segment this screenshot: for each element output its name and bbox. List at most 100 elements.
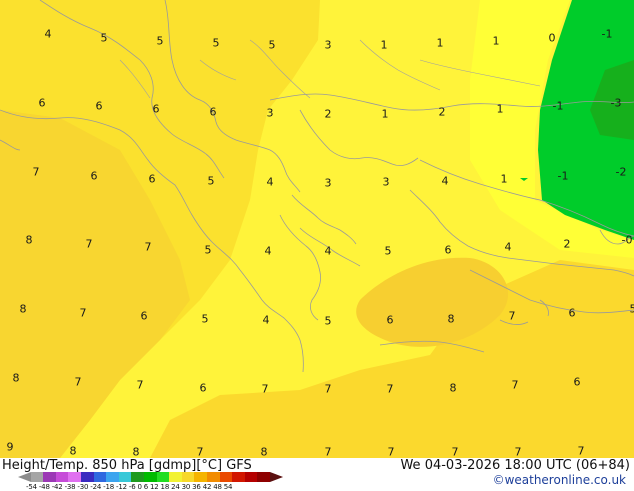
- contour-label: 5: [157, 36, 164, 47]
- colorbar-segment: [232, 472, 245, 482]
- colorbar-segment: [207, 472, 220, 482]
- temperature-field: [0, 0, 634, 458]
- contour-label: 5: [630, 304, 634, 315]
- contour-label: 7: [452, 447, 459, 458]
- contour-label: 8: [13, 373, 20, 384]
- colorbar-segment: [68, 472, 81, 482]
- contour-label: 8: [261, 447, 268, 458]
- contour-label: 2: [564, 239, 571, 250]
- forecast-datetime: We 04-03-2026 18:00 UTC (06+84): [400, 458, 630, 473]
- map-footer: Height/Temp. 850 hPa [gdmp][°C] GFS We 0…: [0, 458, 634, 490]
- contour-label: 1: [497, 104, 504, 115]
- contour-label: 7: [512, 380, 519, 391]
- colorbar-segment: [119, 472, 132, 482]
- contour-label: 5: [269, 40, 276, 51]
- contour-label: 3: [383, 177, 390, 188]
- contour-label: 2: [325, 109, 332, 120]
- contour-label: 7: [509, 311, 516, 322]
- contour-label: 6: [91, 171, 98, 182]
- contour-label: 7: [388, 447, 395, 458]
- contour-label: 1: [382, 109, 389, 120]
- contour-label: 7: [325, 384, 332, 395]
- contour-label: 6: [210, 107, 217, 118]
- map-title: Height/Temp. 850 hPa [gdmp][°C] GFS: [2, 458, 252, 473]
- contour-label: 1: [381, 40, 388, 51]
- colorbar-segment: [245, 472, 258, 482]
- contour-label: 4: [442, 176, 449, 187]
- contour-label: 6: [387, 315, 394, 326]
- contour-label: 3: [267, 108, 274, 119]
- contour-label: 7: [80, 308, 87, 319]
- contour-label: -1: [602, 29, 613, 40]
- contour-label: -3: [611, 98, 622, 109]
- contour-label: 8: [448, 314, 455, 325]
- contour-label: 7: [387, 384, 394, 395]
- colorbar-segment: [220, 472, 233, 482]
- contour-label: 5: [325, 316, 332, 327]
- colorbar-segment: [43, 472, 56, 482]
- contour-label: 1: [437, 38, 444, 49]
- contour-label: 5: [385, 246, 392, 257]
- colorbar-segment: [31, 472, 44, 482]
- contour-label: 1: [501, 174, 508, 185]
- colorbar-segment: [169, 472, 182, 482]
- contour-label: 8: [133, 447, 140, 458]
- contour-label: 4: [263, 315, 270, 326]
- contour-label: 4: [267, 177, 274, 188]
- contour-label: 7: [515, 447, 522, 458]
- contour-label: 7: [262, 384, 269, 395]
- contour-label: 2: [439, 107, 446, 118]
- contour-label: 4: [325, 246, 332, 257]
- contour-label: 6: [141, 311, 148, 322]
- colorbar-segment: [157, 472, 170, 482]
- colorbar-segment: [94, 472, 107, 482]
- contour-label: -1: [553, 101, 564, 112]
- contour-label: -0: [622, 235, 633, 246]
- contour-label: 9: [7, 442, 14, 453]
- contour-label: 7: [33, 167, 40, 178]
- contour-label: -2: [616, 167, 627, 178]
- contour-label: 6: [445, 245, 452, 256]
- contour-label: 7: [145, 242, 152, 253]
- contour-label: 6: [96, 101, 103, 112]
- colorbar-segment: [194, 472, 207, 482]
- temperature-colorbar: [18, 472, 283, 482]
- contour-label: 5: [213, 38, 220, 49]
- contour-label: 6: [149, 174, 156, 185]
- contour-label: 8: [70, 446, 77, 457]
- contour-label: 7: [75, 377, 82, 388]
- contour-label: 6: [574, 377, 581, 388]
- contour-label: 6: [569, 308, 576, 319]
- credit-link[interactable]: ©weatheronline.co.uk: [493, 473, 626, 487]
- contour-label: 7: [137, 380, 144, 391]
- colorbar-segment: [257, 472, 270, 482]
- contour-label: 6: [39, 98, 46, 109]
- contour-label: 5: [101, 33, 108, 44]
- contour-label: 8: [450, 383, 457, 394]
- contour-label: 3: [325, 178, 332, 189]
- colorbar-segment: [131, 472, 144, 482]
- contour-label: 8: [26, 235, 33, 246]
- colorbar-segment: [144, 472, 157, 482]
- contour-label: 7: [325, 447, 332, 458]
- contour-label: 4: [505, 242, 512, 253]
- colorbar-segment: [182, 472, 195, 482]
- contour-label: 5: [208, 176, 215, 187]
- contour-label: 0: [549, 33, 556, 44]
- weather-map: 4 5 5 5 5 3 1 1 1 0 -1 6 6 6 6 3 2 1 2 1 -1 -3 7 6 6 5 4 3 3 4 1 -1 -2 8 7…: [0, 0, 634, 458]
- contour-label: 3: [325, 40, 332, 51]
- contour-label: 4: [45, 29, 52, 40]
- colorbar-segment: [56, 472, 69, 482]
- contour-label: 7: [86, 239, 93, 250]
- colorbar-segment: [106, 472, 119, 482]
- contour-label: 4: [265, 246, 272, 257]
- contour-label: 7: [197, 447, 204, 458]
- contour-label: -1: [558, 171, 569, 182]
- contour-label: 6: [200, 383, 207, 394]
- contour-label: 7: [578, 446, 585, 457]
- contour-label: 1: [493, 36, 500, 47]
- contour-label: 6: [153, 104, 160, 115]
- contour-label: 5: [202, 314, 209, 325]
- contour-label: 5: [205, 245, 212, 256]
- colorbar-segment: [270, 472, 283, 482]
